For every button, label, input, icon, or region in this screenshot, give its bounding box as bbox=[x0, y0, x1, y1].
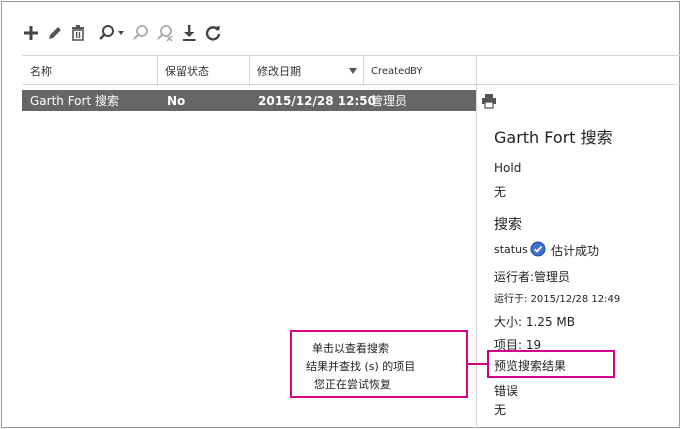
callout-line-3: 您正在尝试恢复 bbox=[314, 378, 391, 391]
delete-icon[interactable] bbox=[70, 21, 86, 45]
details-divider bbox=[476, 85, 477, 428]
row-created-by: 管理员 bbox=[371, 94, 408, 108]
status-ok-icon bbox=[530, 241, 546, 260]
sort-descending-icon[interactable] bbox=[349, 68, 357, 74]
status-label: status bbox=[494, 243, 528, 256]
size-info: 大小: 1.25 MB bbox=[494, 315, 575, 329]
edit-icon[interactable] bbox=[46, 21, 64, 45]
column-divider bbox=[476, 56, 477, 86]
column-header-created[interactable]: Created bbox=[363, 56, 411, 86]
row-modified: 2015/12/28 12:50 bbox=[258, 93, 376, 108]
table-row-selected[interactable]: Garth Fort 搜索 No 2015/12/28 12:50 管理员 bbox=[22, 90, 476, 111]
errors-value: 无 bbox=[494, 403, 507, 417]
column-header-name[interactable]: 名称 bbox=[22, 56, 157, 86]
search-heading: 搜索 bbox=[494, 217, 522, 233]
callout-line-2: 结果并查找 (s) 的项目 bbox=[306, 360, 416, 373]
hold-value: 无 bbox=[494, 185, 507, 199]
refresh-icon[interactable] bbox=[204, 21, 222, 45]
details-title: Garth Fort 搜索 bbox=[494, 128, 613, 147]
start-search-icon[interactable] bbox=[132, 21, 150, 45]
toolbar bbox=[22, 20, 228, 46]
add-icon[interactable] bbox=[22, 21, 40, 45]
callout-line-1: 单击以查看搜索 bbox=[312, 342, 389, 355]
errors-label: 错误 bbox=[494, 384, 519, 398]
search-dropdown-icon[interactable] bbox=[98, 21, 126, 45]
print-icon[interactable] bbox=[481, 93, 497, 113]
column-header-hold[interactable]: 保留状态 bbox=[157, 56, 249, 86]
status-value: 估计成功 bbox=[551, 244, 600, 258]
callout-box: 单击以查看搜索 结果并查找 (s) 的项目 您正在尝试恢复 bbox=[290, 330, 468, 398]
callout-connector bbox=[468, 363, 489, 365]
table-header: 名称 保留状态 修改日期 Created BY bbox=[22, 55, 680, 86]
run-at: 运行于: 2015/12/28 12:49 bbox=[494, 294, 621, 305]
run-by: 运行者:管理员 bbox=[494, 270, 571, 284]
export-icon[interactable] bbox=[180, 21, 198, 45]
hold-label: Hold bbox=[494, 161, 522, 175]
row-name: Garth Fort 搜索 bbox=[30, 94, 119, 108]
preview-link-highlight bbox=[487, 350, 615, 378]
column-header-modified[interactable]: 修改日期 bbox=[249, 56, 363, 86]
column-header-by[interactable]: BY bbox=[410, 56, 450, 86]
row-hold: No bbox=[167, 93, 186, 108]
stop-search-icon[interactable] bbox=[156, 21, 174, 45]
